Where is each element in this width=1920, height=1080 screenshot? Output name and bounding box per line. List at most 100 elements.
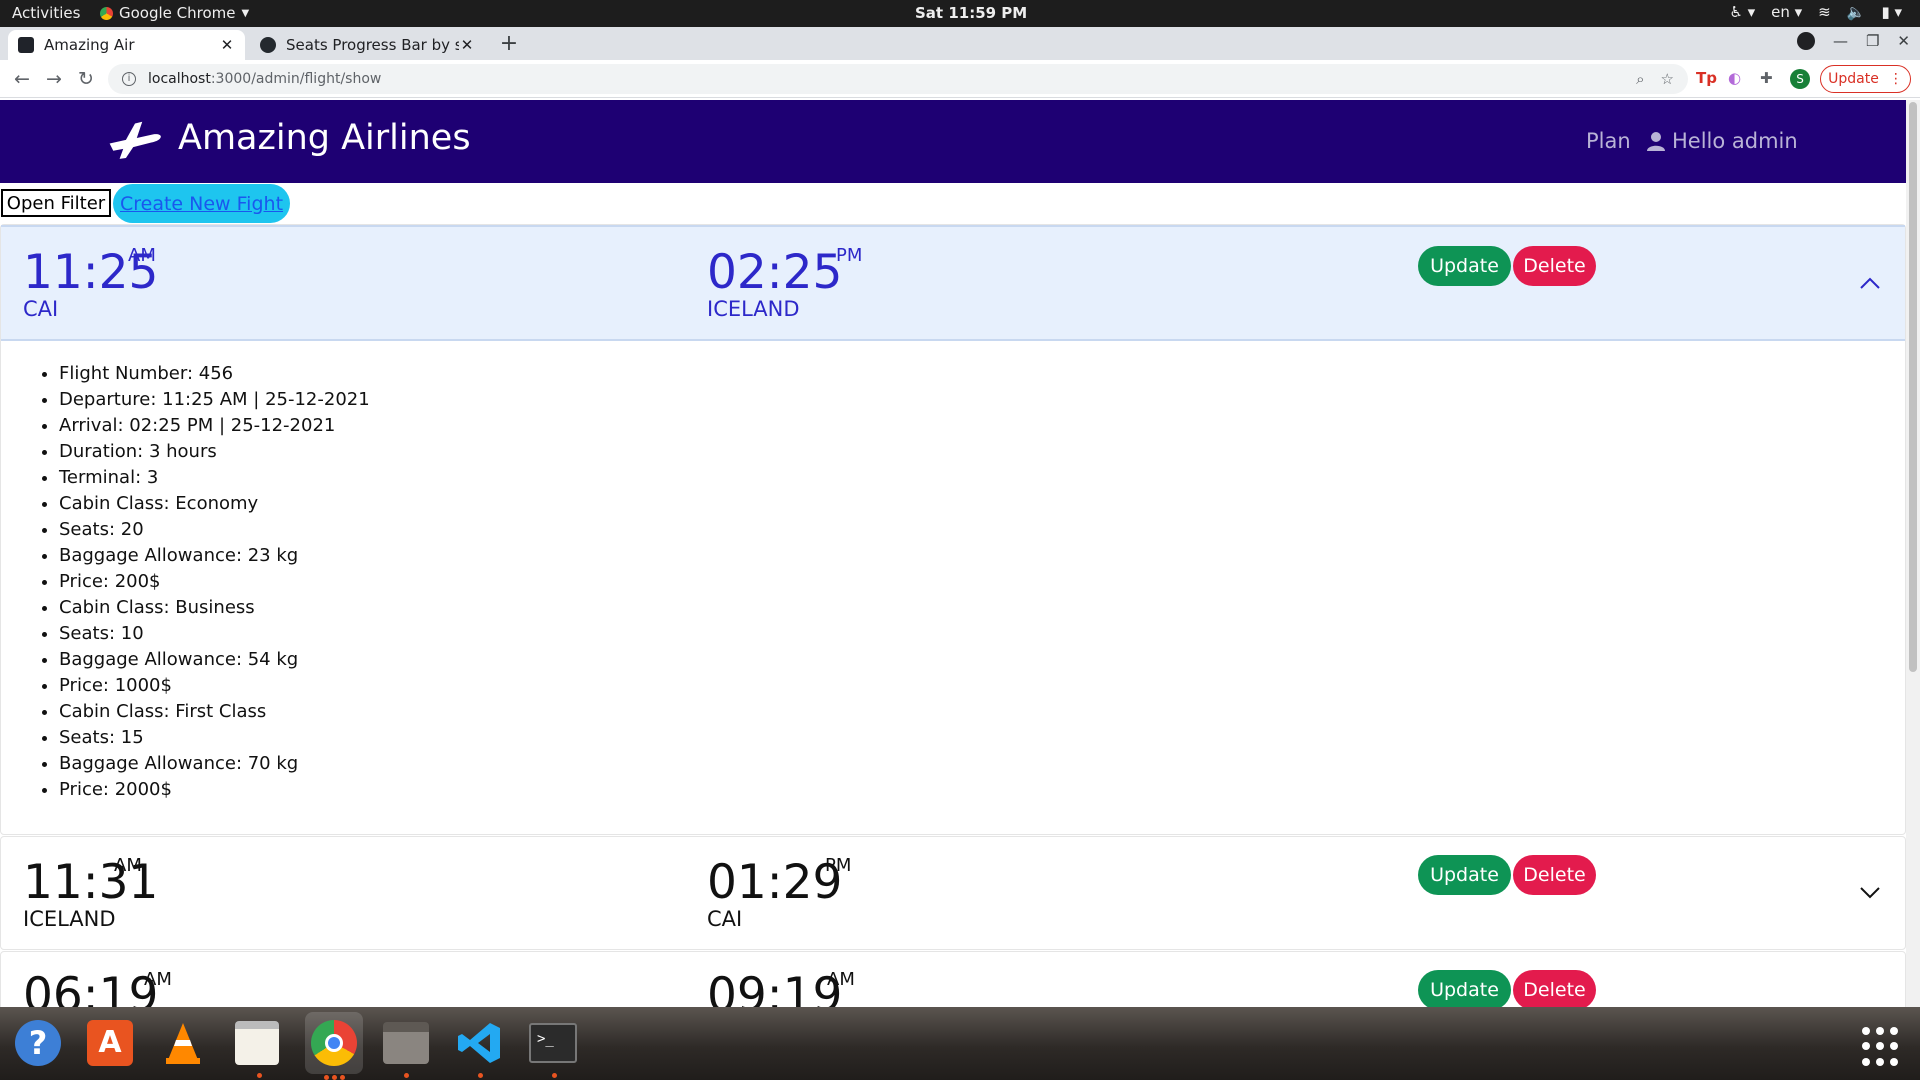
tab-title: Amazing Air [44, 36, 135, 54]
reload-icon[interactable]: ↻ [74, 67, 98, 91]
os-top-bar: Activities Google Chrome ▼ Sat 11:59 PM … [0, 0, 1920, 27]
arrival-city: ICELAND [707, 297, 800, 321]
flight-details-list: Flight Number: 456 Departure: 11:25 AM |… [1, 341, 1905, 803]
arrival-ampm: PM [836, 245, 863, 266]
close-tab-icon[interactable]: ✕ [459, 36, 475, 54]
arrival-ampm: PM [825, 855, 852, 876]
running-indicator [478, 1073, 483, 1078]
site-info-icon[interactable]: i [122, 72, 136, 86]
departure-ampm: AM [114, 855, 142, 876]
window-controls: — ❐ ✕ [1796, 32, 1910, 50]
detail-item: Baggage Allowance: 54 kg [59, 647, 1905, 673]
detail-item: Seats: 20 [59, 517, 1905, 543]
clock[interactable]: Sat 11:59 PM [915, 4, 1027, 22]
update-flight-button[interactable]: Update [1418, 855, 1511, 895]
vscode-icon[interactable] [453, 1017, 505, 1069]
running-indicator [552, 1073, 557, 1078]
flight-card: 11:25 AM CAI 02:25 PM ICELAND Update Del… [0, 224, 1906, 835]
app-header: Amazing Airlines Plan Hello admin [0, 100, 1906, 183]
scrollbar-thumb[interactable] [1909, 102, 1917, 672]
detail-item: Terminal: 3 [59, 465, 1905, 491]
tab-search-icon[interactable] [1796, 32, 1815, 50]
maximize-icon[interactable]: ❐ [1866, 32, 1879, 50]
departure-ampm: AM [128, 245, 156, 266]
activities-button[interactable]: Activities [12, 4, 80, 22]
chevron-up-icon[interactable] [1859, 273, 1881, 295]
browser-toolbar: ← → ↻ i localhost:3000/admin/flight/show… [0, 60, 1920, 98]
terminal-icon[interactable]: >_ [527, 1017, 579, 1069]
detail-item: Departure: 11:25 AM | 25-12-2021 [59, 387, 1905, 413]
update-flight-button[interactable]: Update [1418, 246, 1511, 286]
running-indicator [332, 1075, 337, 1080]
tab-title: Seats Progress Bar by sha [286, 36, 459, 54]
departure-city: ICELAND [23, 907, 116, 931]
brand-name: Amazing Airlines [178, 118, 471, 158]
battery-icon[interactable]: ▮ ▾ [1881, 3, 1902, 21]
more-menu-icon: ⋮ [1888, 71, 1903, 87]
delete-flight-button[interactable]: Delete [1513, 855, 1596, 895]
arrival-time: 02:25 [707, 245, 843, 300]
language-indicator[interactable]: en ▾ [1771, 3, 1802, 21]
flight-card-header[interactable]: 11:31 AM ICELAND 01:29 PM CAI Update Del… [1, 837, 1905, 953]
show-applications-icon[interactable] [1862, 1027, 1902, 1067]
extension-circle-icon[interactable]: ◐ [1728, 69, 1741, 87]
chrome-update-button[interactable]: Update ⋮ [1820, 65, 1911, 93]
new-tab-button[interactable]: + [495, 31, 523, 59]
wifi-icon[interactable]: ≋ [1818, 3, 1831, 21]
tab-amazing-air[interactable]: Amazing Air ✕ [8, 30, 245, 60]
close-tab-icon[interactable]: ✕ [219, 36, 235, 54]
detail-item: Price: 200$ [59, 569, 1905, 595]
running-indicator [257, 1073, 262, 1078]
detail-item: Duration: 3 hours [59, 439, 1905, 465]
delete-flight-button[interactable]: Delete [1513, 246, 1596, 286]
brand[interactable]: Amazing Airlines [106, 116, 471, 160]
chevron-down-icon[interactable] [1859, 881, 1881, 903]
github-favicon-icon [260, 37, 276, 53]
tab-seats-progress-bar[interactable]: Seats Progress Bar by sha ✕ [250, 30, 485, 60]
zoom-icon[interactable]: ⌕ [1636, 70, 1644, 88]
system-tray[interactable]: ♿ ▾ en ▾ ≋ 🔈 ▮ ▾ [1729, 3, 1902, 21]
extensions-puzzle-icon[interactable]: ✚ [1760, 69, 1773, 87]
chrome-dock-icon[interactable] [305, 1012, 363, 1074]
help-icon[interactable]: ? [12, 1017, 64, 1069]
minimize-icon[interactable]: — [1833, 32, 1848, 50]
detail-item: Seats: 15 [59, 725, 1905, 751]
detail-item: Baggage Allowance: 70 kg [59, 751, 1905, 777]
detail-item: Cabin Class: Business [59, 595, 1905, 621]
ubuntu-dock: ? A >_ [0, 1007, 1920, 1080]
open-filter-button[interactable]: Open Filter [1, 189, 111, 217]
volume-icon[interactable]: 🔈 [1847, 3, 1866, 21]
detail-item: Baggage Allowance: 23 kg [59, 543, 1905, 569]
close-window-icon[interactable]: ✕ [1897, 32, 1910, 50]
create-new-flight-button[interactable]: Create New Fight [113, 184, 290, 223]
arrival-ampm: AM [827, 969, 855, 990]
page-scrollbar[interactable] [1906, 100, 1920, 1007]
address-bar[interactable]: i localhost:3000/admin/flight/show ⌕ ☆ [108, 64, 1688, 94]
vlc-icon[interactable] [157, 1017, 209, 1069]
back-icon[interactable]: ← [10, 67, 34, 91]
forward-icon[interactable]: → [42, 67, 66, 91]
caret-down-icon: ▼ [241, 7, 250, 19]
files-icon[interactable] [380, 1017, 432, 1069]
nav-plan-link[interactable]: Plan [1586, 129, 1631, 153]
bookmark-star-icon[interactable]: ☆ [1661, 70, 1674, 88]
flight-card: 11:31 AM ICELAND 01:29 PM CAI Update Del… [0, 836, 1906, 950]
text-editor-icon[interactable] [231, 1017, 283, 1069]
nav-user-menu[interactable]: Hello admin [1646, 129, 1798, 153]
running-indicator [404, 1073, 409, 1078]
delete-flight-button[interactable]: Delete [1513, 970, 1596, 1010]
url-text: localhost:3000/admin/flight/show [148, 71, 382, 87]
flight-card-header[interactable]: 11:25 AM CAI 02:25 PM ICELAND Update Del… [1, 225, 1905, 341]
profile-avatar[interactable]: S [1790, 69, 1810, 89]
running-indicator [340, 1075, 345, 1080]
extension-tp-icon[interactable]: Tp [1696, 69, 1717, 87]
update-flight-button[interactable]: Update [1418, 970, 1511, 1010]
detail-item: Cabin Class: First Class [59, 699, 1905, 725]
app-menu-label: Google Chrome [119, 4, 236, 22]
detail-item: Price: 1000$ [59, 673, 1905, 699]
departure-city: CAI [23, 297, 59, 321]
accessibility-icon[interactable]: ♿ ▾ [1729, 3, 1755, 21]
detail-item: Flight Number: 456 [59, 361, 1905, 387]
app-menu[interactable]: Google Chrome ▼ [100, 4, 249, 22]
software-center-icon[interactable]: A [84, 1017, 136, 1069]
